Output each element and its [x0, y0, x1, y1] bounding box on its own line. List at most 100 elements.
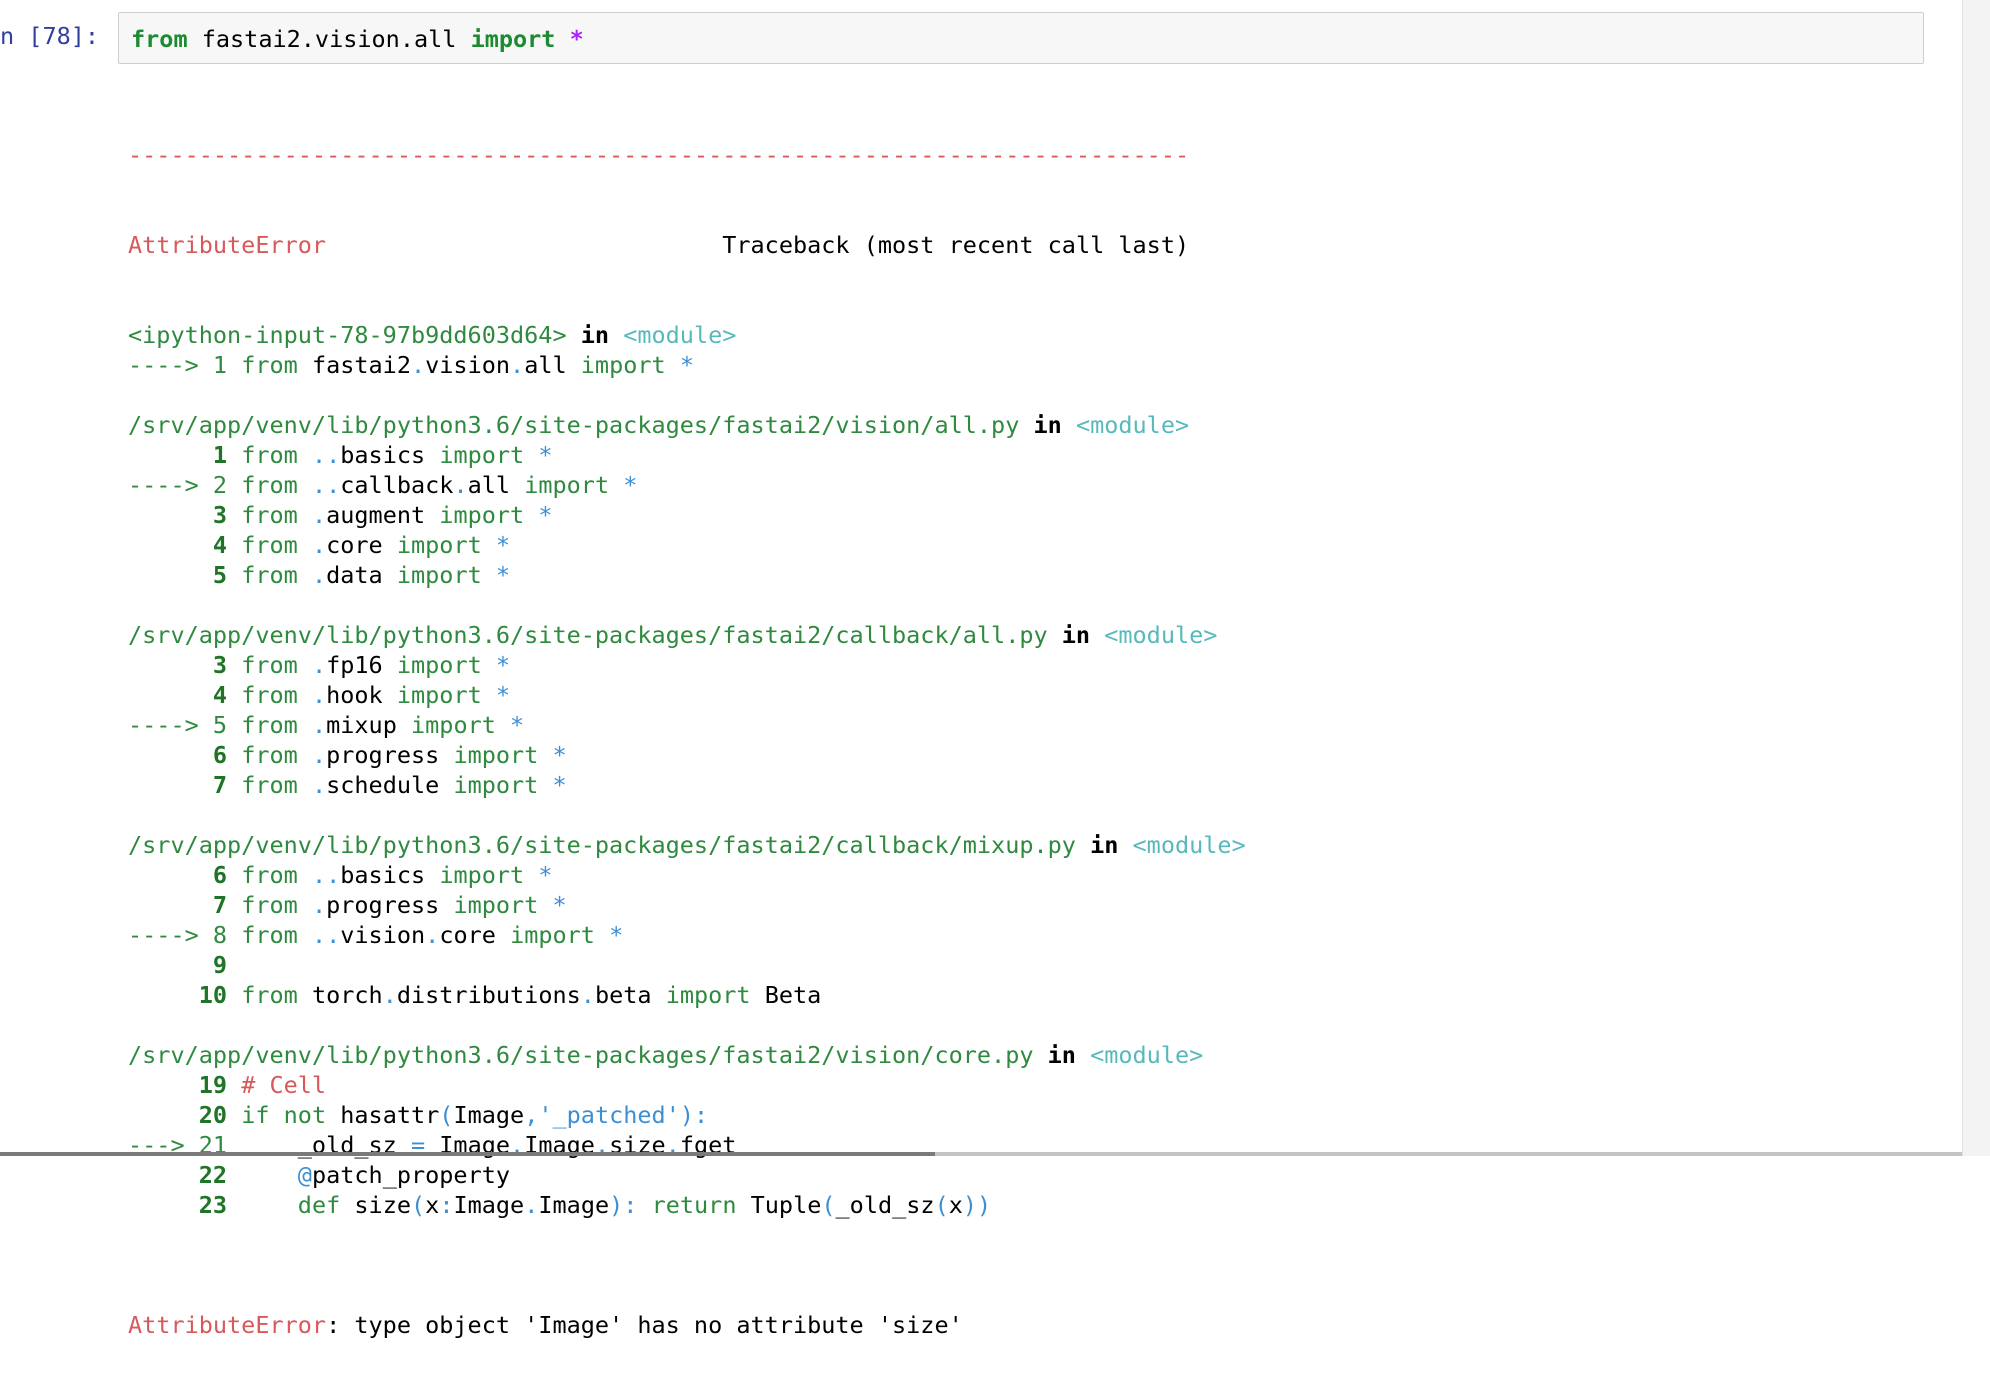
code-token: Image — [453, 1191, 525, 1219]
code-token: * — [679, 351, 694, 379]
code-frame-line: ----> 1 from fastai2.vision.all import * — [128, 350, 1246, 380]
frame-code: # Cell — [227, 1071, 327, 1099]
code-token: torch — [297, 981, 383, 1009]
frame-code: @patch_property — [227, 1161, 510, 1189]
frame-arrow: ----> — [128, 471, 213, 499]
frame-header: /srv/app/venv/lib/python3.6/site-package… — [128, 1040, 1246, 1070]
code-token: from — [241, 351, 298, 379]
horizontal-scrollbar-thumb[interactable] — [935, 1152, 1962, 1156]
line-number: 8 — [212, 921, 228, 949]
frame-arrow — [128, 681, 213, 709]
code-token: . — [311, 681, 327, 709]
code-token: fp16 — [326, 651, 397, 679]
code-frame-line: 23 def size(x:Image.Image): return Tuple… — [128, 1190, 1246, 1220]
code-token: . — [311, 531, 327, 559]
frame-spacer — [128, 380, 1246, 410]
code-token: from — [241, 441, 298, 469]
code-frame-line: 3 from .augment import * — [128, 500, 1246, 530]
line-number: 22 — [198, 1161, 228, 1189]
code-frame-line: ----> 2 from ..callback.all import * — [128, 470, 1246, 500]
frame-arrow — [128, 561, 213, 589]
code-frame-line: 6 from .progress import * — [128, 740, 1246, 770]
code-token: all — [467, 471, 525, 499]
frame-arrow — [128, 501, 213, 529]
frame-arrow — [128, 951, 213, 979]
code-token: * — [510, 711, 525, 739]
frame-module: <module> — [1132, 831, 1246, 859]
input-prompt: n [78]: — [0, 22, 100, 50]
code-token: import — [453, 771, 539, 799]
code-token: from — [241, 711, 298, 739]
code-token: from — [241, 741, 298, 769]
code-line[interactable]: from fastai2.vision.all import * — [131, 25, 584, 53]
code-frame-line: 20 if not hasattr(Image,'_patched'): — [128, 1100, 1246, 1130]
code-token: import — [665, 981, 751, 1009]
frame-header: <ipython-input-78-97b9dd603d64> in <modu… — [128, 320, 1246, 350]
code-token: basics — [340, 861, 440, 889]
code-token: . — [311, 741, 327, 769]
code-token: * — [538, 861, 553, 889]
code-token: if — [241, 1101, 270, 1129]
header-pad — [326, 231, 722, 259]
code-token: import — [510, 921, 595, 949]
frame-arrow — [128, 1101, 199, 1129]
code-token: from — [241, 981, 298, 1009]
frame-code: from .mixup import * — [227, 711, 524, 739]
code-token: * — [552, 771, 567, 799]
frame-header: /srv/app/venv/lib/python3.6/site-package… — [128, 830, 1246, 860]
code-token: . — [311, 651, 327, 679]
code-token: from — [241, 891, 298, 919]
code-token: . — [311, 711, 327, 739]
code-token: import — [411, 711, 496, 739]
traceback-title: Traceback (most recent call last) — [722, 231, 1190, 259]
frame-code: from ..vision.core import * — [227, 921, 623, 949]
vertical-scrollbar[interactable] — [1962, 0, 1990, 1156]
code-token: . — [453, 471, 468, 499]
code-token: . — [311, 441, 327, 469]
code-token: basics — [340, 441, 440, 469]
frame-code: from .fp16 import * — [227, 651, 510, 679]
code-token: : — [439, 1191, 454, 1219]
frame-file: /srv/app/venv/lib/python3.6/site-package… — [128, 1041, 1034, 1069]
frame-code: from .augment import * — [227, 501, 552, 529]
star-operator: * — [555, 25, 584, 53]
code-token: . — [524, 1191, 539, 1219]
frame-code: def size(x:Image.Image): return Tuple(_o… — [227, 1191, 991, 1219]
line-number: 6 — [212, 861, 228, 889]
code-token: import — [453, 741, 539, 769]
notebook-cell[interactable]: n [78]: from fastai2.vision.all import *… — [0, 0, 1962, 1339]
line-number: 10 — [198, 981, 228, 1009]
line-number: 3 — [212, 651, 228, 679]
code-token: import — [439, 861, 525, 889]
frame-module: <module> — [623, 321, 737, 349]
code-token: : — [623, 1191, 638, 1219]
line-number: 1 — [212, 351, 228, 379]
code-token: hook — [326, 681, 397, 709]
frame-module: <module> — [1104, 621, 1218, 649]
code-token: . — [311, 891, 327, 919]
code-input[interactable]: from fastai2.vision.all import * — [118, 12, 1924, 64]
frame-code: from ..callback.all import * — [227, 471, 637, 499]
code-token: callback — [340, 471, 454, 499]
code-token: from — [241, 471, 298, 499]
code-token: not — [283, 1101, 327, 1129]
code-token: hasattr — [326, 1101, 440, 1129]
code-token: all — [524, 351, 581, 379]
keyword-from: from — [131, 25, 188, 53]
code-token: import — [396, 531, 482, 559]
code-frame-line: 3 from .fp16 import * — [128, 650, 1246, 680]
frame-code: from .core import * — [227, 531, 510, 559]
code-token: . — [311, 561, 327, 589]
code-token: import — [396, 651, 482, 679]
